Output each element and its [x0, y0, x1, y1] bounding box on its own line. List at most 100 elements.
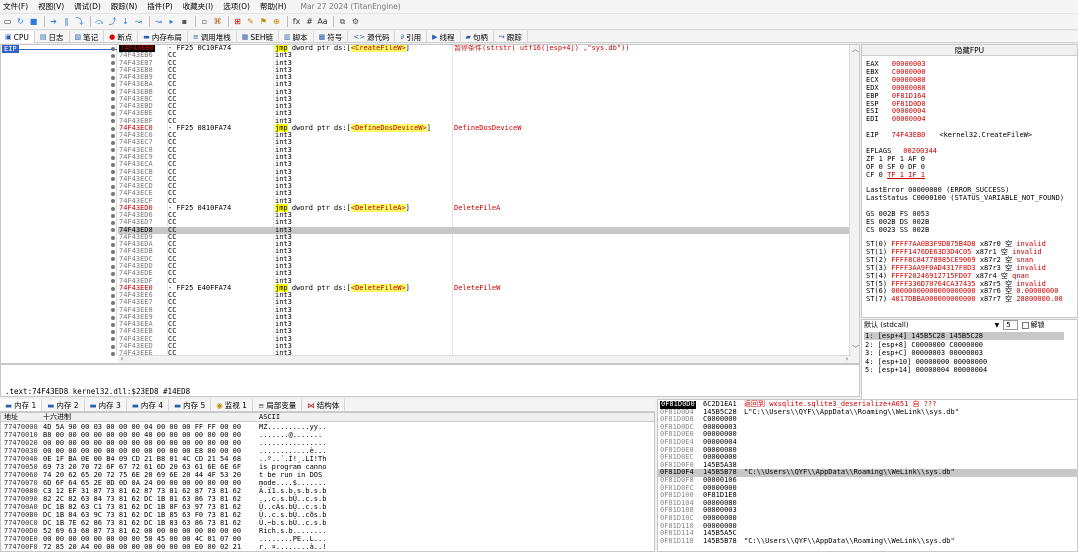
menu-plugins[interactable]: 插件(P) [147, 1, 172, 12]
font-icon[interactable]: Aa [317, 16, 328, 27]
disassembly-row[interactable]: 74F43EDE CC int3 [118, 269, 851, 277]
breakpoint-dot[interactable] [111, 119, 115, 124]
breakpoint-dot[interactable] [111, 286, 115, 291]
hide-fpu-button[interactable]: 隐藏FPU [862, 45, 1077, 56]
breakpoint-dot[interactable] [111, 68, 115, 73]
pause-icon[interactable]: ‖ [61, 16, 72, 27]
scroll-up-icon[interactable]: ︿ [852, 45, 859, 53]
scroll-left-icon[interactable]: ‹ [120, 355, 124, 363]
disassembly-row[interactable]: 74F43EB9 CC int3 [118, 73, 851, 81]
menu-options[interactable]: 选项(O) [223, 1, 250, 12]
breakpoint-dot[interactable] [111, 170, 115, 175]
argument-count-spinner[interactable]: 5 [1003, 320, 1018, 330]
breakpoint-dot[interactable] [111, 192, 115, 196]
label-icon[interactable]: ⊕ [271, 16, 282, 27]
disassembly-row[interactable]: 74F43ED7 CC int3 [118, 219, 851, 227]
run-icon[interactable]: ➔ [48, 16, 59, 27]
scroll-right-icon[interactable]: › [845, 355, 849, 363]
menu-file[interactable]: 文件(F) [3, 1, 28, 12]
breakpoint-dot[interactable] [111, 293, 115, 298]
register-eip[interactable]: EIP 74F43EB0 <kernel32.CreateFileW> [866, 132, 1032, 139]
tab-threads[interactable]: ▶ 线程 [427, 31, 461, 43]
breakpoint-dot[interactable] [111, 257, 115, 262]
tab-handles[interactable]: ▰ 句柄 [461, 31, 494, 43]
run-to-selection-icon[interactable]: ▸ [166, 16, 177, 27]
stack-pane[interactable]: 0F81D0D0 6C2D1EA1 返回到 wxsqlite.sqlite3_des… [657, 399, 1078, 552]
flags-row[interactable]: OF 0 SF 0 DF 0 [866, 164, 925, 171]
dump-tab-4[interactable]: ▬ 内存 4 [127, 399, 169, 411]
breakpoint-dot[interactable] [111, 344, 115, 349]
fpu-st-register[interactable]: ST(7) 4017DBBA000000000000 x87r7 空 28800… [866, 296, 1063, 303]
breakpoint-dot[interactable] [111, 184, 115, 189]
breakpoint-dot[interactable] [111, 213, 115, 218]
breakpoint-dot[interactable] [111, 228, 115, 233]
breakpoint-dot[interactable] [111, 61, 115, 66]
dump-tab-3[interactable]: ▬ 内存 3 [85, 399, 127, 411]
function-icon[interactable]: fx [291, 16, 302, 27]
memory-dump-pane[interactable]: 地址 十六进制 ASCII 77470000 4D 5A 90 00 03 00 … [0, 412, 655, 552]
disassembly-vscroll[interactable]: ︿ ﹀ [849, 45, 859, 363]
disassembly-row[interactable]: 74F43ECC CC int3 [118, 175, 851, 183]
disassembly-row[interactable]: 74F43ECE CC int3 [118, 190, 851, 198]
run-to-user-icon[interactable]: ↓ [120, 16, 131, 27]
trace-into-icon[interactable]: ▪ [179, 16, 190, 27]
tab-memory-map[interactable]: ▬ 内存布局 [138, 31, 188, 43]
step-into-icon[interactable]: ⤵ [74, 16, 85, 27]
disassembly-row[interactable]: 74F43EC9 CC int3 [118, 153, 851, 161]
breakpoint-dot[interactable] [111, 126, 115, 131]
disassembly-row[interactable]: 74F43EBB CC int3 [118, 88, 851, 96]
disassembly-row[interactable]: 74F43ECD CC int3 [118, 182, 851, 190]
breakpoint-dot[interactable] [111, 322, 115, 327]
disassembly-row[interactable]: 74F43EE6 CC int3 [118, 291, 851, 299]
tab-log[interactable]: ▤ 日志 [35, 31, 70, 43]
breakpoint-dot[interactable] [111, 82, 115, 87]
jump-target-label[interactable]: <DefineDosDeviceW> [350, 123, 427, 132]
tab-source[interactable]: <> 源代码 [348, 31, 396, 43]
breakpoint-dot[interactable] [111, 330, 115, 335]
sequence-icon[interactable]: ⧉ [337, 16, 348, 27]
disassembly-row[interactable]: 74F43EC6 CC int3 [118, 131, 851, 139]
breakpoint-dot[interactable] [111, 337, 115, 342]
disassembly-row[interactable]: 74F43EE8 CC int3 [118, 306, 851, 314]
breakpoint-dot[interactable] [111, 75, 115, 80]
close-icon[interactable]: ■ [28, 16, 39, 27]
step-out-icon[interactable]: ⤴ [107, 16, 118, 27]
disassembly-row[interactable]: 74F43EEC CC int3 [118, 335, 851, 343]
animate-into-icon[interactable]: ↝ [133, 16, 144, 27]
disassembly-row[interactable]: 74F43EB8 CC int3 [118, 66, 851, 74]
disassembly-row[interactable]: 74F43EED CC int3 [118, 342, 851, 350]
disassembly-row[interactable]: 74F43EEB CC int3 [118, 328, 851, 336]
breakpoint-dot[interactable] [111, 308, 115, 313]
disassembly-row[interactable]: 74F43EB6 CC int3 [118, 51, 851, 59]
jump-target-label[interactable]: <CreateFileW> [350, 45, 406, 52]
jump-target-label[interactable]: <DeleteFileA> [350, 203, 406, 212]
tab-cpu[interactable]: ▣ CPU [0, 31, 35, 43]
tab-trace[interactable]: ↪ 跟踪 [494, 31, 528, 43]
menu-help[interactable]: 帮助(H) [260, 1, 287, 12]
disassembly-row[interactable]: 74F43EC0- FF25 0810FA74 jmp dword ptr ds:… [118, 123, 851, 132]
tab-symbols[interactable]: ▩ 符号 [314, 31, 349, 43]
breakpoint-dot[interactable] [111, 97, 115, 102]
breakpoint-dot[interactable] [111, 235, 115, 240]
dump-tab-1[interactable]: ▬ 内存 1 [0, 399, 43, 411]
disassembly-row[interactable]: 74F43ECA CC int3 [118, 160, 851, 168]
disassembly-row[interactable]: 74F43ECB CC int3 [118, 168, 851, 176]
disassembly-pane[interactable]: EIP 74F43EB0- FF25 0C10FA74 jmp dword ptr… [0, 44, 860, 364]
segment-row[interactable]: CS 0023 SS 002B [866, 226, 929, 234]
bookmark-icon[interactable]: ⚑ [258, 16, 269, 27]
menu-trace[interactable]: 跟踪(N) [111, 1, 137, 12]
breakpoint-dot[interactable] [111, 53, 115, 58]
formula-icon[interactable]: # [304, 16, 315, 27]
last-status-row[interactable]: LastStatus C0000100 (STATUS_VARIABLE_NOT… [866, 195, 1064, 202]
breakpoint-dot[interactable] [111, 162, 115, 167]
disassembly-row[interactable]: 74F43EE9 CC int3 [118, 313, 851, 321]
breakpoint-dot[interactable] [111, 90, 115, 95]
breakpoint-dot[interactable] [111, 351, 115, 356]
calling-convention-select[interactable]: 默认 (stdcall) [864, 320, 909, 330]
settings-icon[interactable]: ⚙ [350, 16, 361, 27]
disassembly-row[interactable]: 74F43EDC CC int3 [118, 255, 851, 263]
flags-row[interactable]: ZF 1 PF 1 AF 0 [866, 156, 925, 163]
breakpoint-dot[interactable] [111, 264, 115, 269]
disassembly-row[interactable]: 74F43ED0- FF25 0410FA74 jmp dword ptr ds:… [118, 203, 851, 212]
disassembly-row[interactable]: 74F43ED6 CC int3 [118, 211, 851, 219]
